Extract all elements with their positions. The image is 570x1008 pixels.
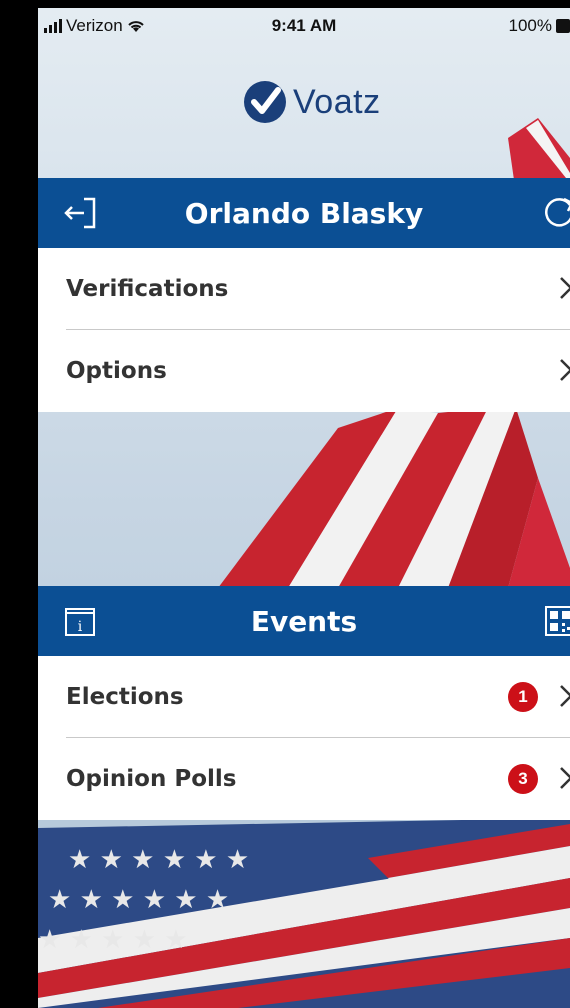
profile-name: Orlando Blasky [184,196,424,230]
sign-out-icon[interactable] [62,195,98,236]
info-icon[interactable]: i [62,603,98,644]
app-screen: ★ ★ ★ ★ ★ ★ ★ ★ ★ ★ ★ ★ ★ ★ ★ ★ ★ Verizo… [38,8,570,1008]
logo-text: Voatz [293,82,381,121]
chevron-right-icon [560,359,570,381]
profile-menu: Verifications Options [38,248,570,412]
svg-text:★ ★ ★ ★ ★ ★: ★ ★ ★ ★ ★ ★ [48,885,229,915]
menu-item-options[interactable]: Options [38,330,570,412]
svg-text:★ ★ ★ ★ ★ ★: ★ ★ ★ ★ ★ ★ [68,845,249,875]
notification-badge: 3 [508,764,538,794]
menu-item-label: Verifications [66,276,229,302]
menu-item-elections[interactable]: Elections 1 [38,656,570,738]
profile-header-bar: Orlando Blasky [38,178,570,248]
chevron-right-icon [560,767,570,789]
chevron-right-icon [560,685,570,707]
checkmark-logo-icon [244,81,286,123]
qr-code-icon[interactable] [542,603,570,644]
events-title: Events [250,604,358,638]
flag-background-image: ★ ★ ★ ★ ★ ★ ★ ★ ★ ★ ★ ★ ★ ★ ★ ★ ★ [38,8,570,1008]
notification-badge: 1 [508,682,538,712]
chevron-right-icon [560,277,570,299]
menu-item-label: Options [66,358,167,384]
menu-item-label: Elections [66,684,184,710]
menu-item-opinion-polls[interactable]: Opinion Polls 3 [38,738,570,820]
refresh-icon[interactable] [542,195,570,236]
svg-text:i: i [78,619,83,635]
svg-text:★ ★ ★ ★ ★: ★ ★ ★ ★ ★ [38,925,188,955]
menu-item-verifications[interactable]: Verifications [38,248,570,330]
events-header-bar: i Events [38,586,570,656]
app-logo: Voatz [243,80,381,124]
events-menu: Elections 1 Opinion Polls 3 [38,656,570,820]
clock: 9:41 AM [271,16,337,35]
phone-frame: ★ ★ ★ ★ ★ ★ ★ ★ ★ ★ ★ ★ ★ ★ ★ ★ ★ Verizo… [0,0,570,1008]
status-bar: Verizon 9:41 AM 100% [38,8,570,44]
menu-item-label: Opinion Polls [66,766,237,792]
